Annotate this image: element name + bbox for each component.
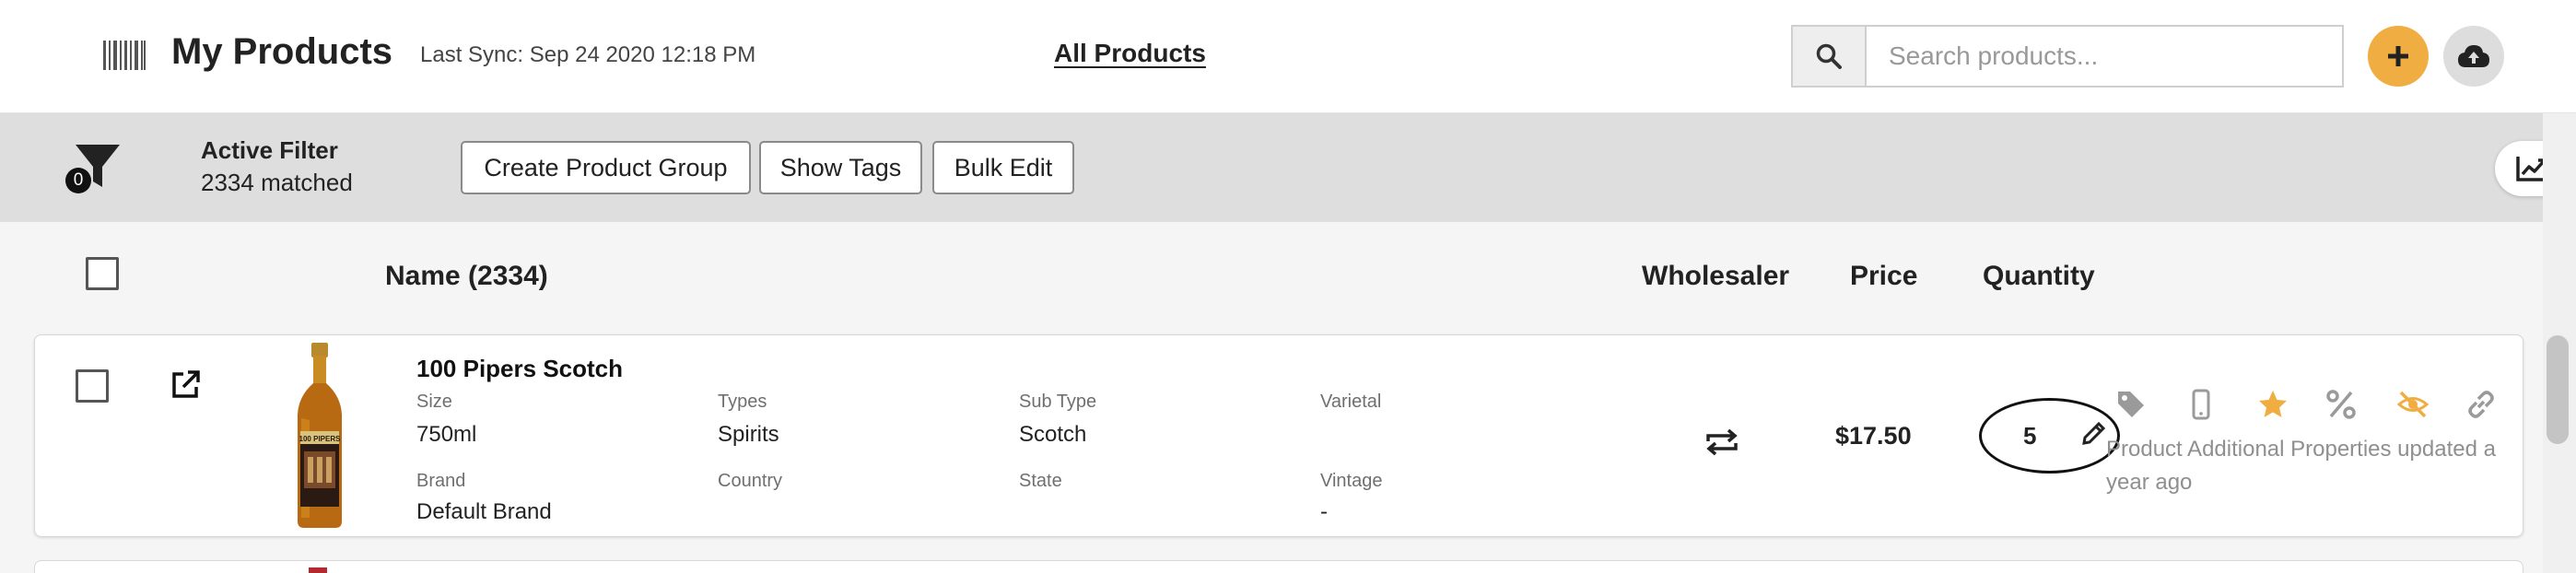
product-name[interactable]: 100 Pipers Scotch (416, 355, 623, 383)
svg-text:100 PIPERS: 100 PIPERS (299, 435, 342, 443)
brand-label: Brand (416, 471, 466, 491)
country-label: Country (718, 471, 783, 491)
edit-quantity-icon[interactable] (2080, 419, 2108, 447)
product-row[interactable] (34, 560, 2523, 573)
barcode-icon (103, 41, 146, 70)
size-value: 750ml (416, 422, 477, 447)
filter-bar: 0 Active Filter 2334 matched Create Prod… (0, 113, 2576, 222)
types-value: Spirits (718, 422, 779, 447)
brand-value: Default Brand (416, 499, 552, 524)
bulk-edit-button[interactable]: Bulk Edit (932, 141, 1074, 194)
select-all-checkbox[interactable] (86, 257, 119, 290)
star-icon[interactable] (2257, 389, 2289, 420)
upload-button[interactable] (2443, 26, 2504, 87)
cloud-upload-icon (2458, 45, 2489, 67)
eye-slash-icon[interactable] (2397, 389, 2429, 420)
subtype-value: Scotch (1019, 422, 1087, 447)
column-header-price[interactable]: Price (1850, 261, 1917, 292)
swap-wholesaler-icon[interactable] (1704, 428, 1739, 456)
create-product-group-button[interactable]: Create Product Group (461, 141, 751, 194)
search-input[interactable] (1867, 27, 2342, 86)
link-icon[interactable] (2465, 389, 2497, 420)
page-title: My Products (171, 31, 393, 72)
vintage-value: - (1320, 499, 1328, 524)
types-label: Types (718, 392, 767, 412)
tag-icon[interactable] (2115, 389, 2147, 420)
state-label: State (1019, 471, 1062, 491)
matched-count: 2334 matched (201, 169, 353, 196)
varietal-label: Varietal (1320, 392, 1382, 412)
product-image (309, 567, 327, 573)
product-price: $17.50 (1835, 422, 1912, 450)
last-sync-text: Last Sync: Sep 24 2020 12:18 PM (420, 42, 756, 67)
column-header-wholesaler[interactable]: Wholesaler (1642, 261, 1789, 292)
row-checkbox[interactable] (76, 369, 109, 403)
mobile-icon[interactable] (2185, 389, 2217, 420)
external-link-icon[interactable] (170, 369, 201, 401)
show-tags-button[interactable]: Show Tags (759, 141, 922, 194)
scrollbar-thumb[interactable] (2547, 335, 2569, 444)
column-header-name[interactable]: Name (2334) (385, 261, 548, 292)
add-product-button[interactable] (2368, 26, 2429, 87)
active-filter-label: Active Filter (201, 136, 338, 164)
product-image: 100 PIPERS (298, 343, 342, 528)
product-quantity: 5 (2023, 422, 2037, 450)
last-updated-text: Product Additional Properties updated a … (2106, 437, 2496, 495)
vintage-label: Vintage (1320, 471, 1383, 491)
filter-count-badge: 0 (65, 168, 91, 193)
size-label: Size (416, 392, 452, 412)
top-header: My Products Last Sync: Sep 24 2020 12:18… (0, 0, 2576, 113)
search-icon (1816, 43, 1842, 69)
search-button[interactable] (1793, 27, 1867, 86)
subtype-label: Sub Type (1019, 392, 1097, 412)
column-header-quantity[interactable]: Quantity (1983, 261, 2095, 292)
plus-icon (2388, 46, 2408, 66)
percent-icon[interactable] (2325, 389, 2357, 420)
all-products-link[interactable]: All Products (1054, 39, 1206, 68)
search-box (1791, 25, 2344, 88)
